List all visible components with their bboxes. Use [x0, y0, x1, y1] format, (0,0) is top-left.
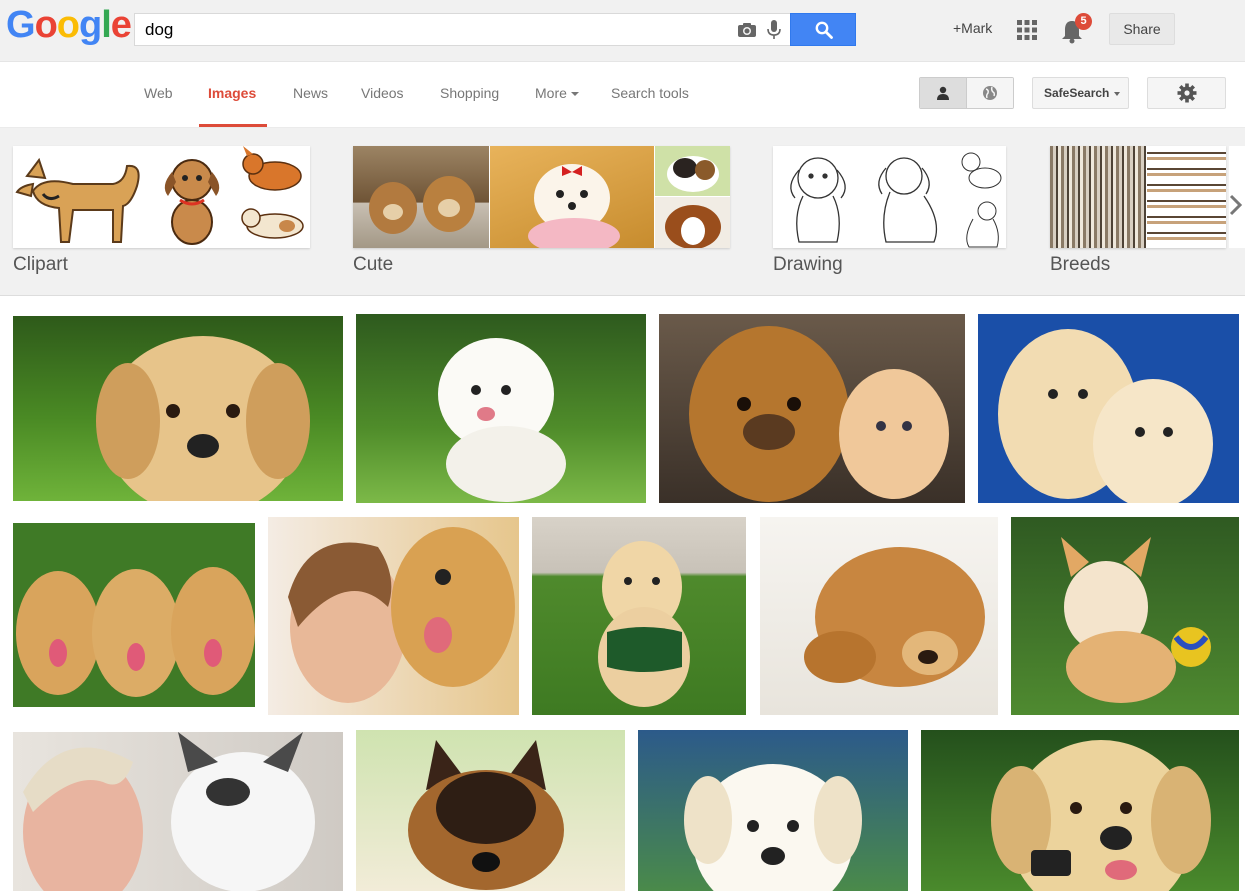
search-icon: [815, 21, 833, 39]
share-button[interactable]: Share: [1109, 13, 1175, 45]
chevron-right-icon[interactable]: [1226, 186, 1245, 224]
safesearch-button[interactable]: SafeSearch: [1032, 77, 1129, 109]
related-clipart-images: [13, 146, 310, 248]
result-image[interactable]: [638, 730, 908, 891]
results-toggle: [919, 77, 1014, 109]
notification-badge[interactable]: 5: [1075, 13, 1092, 30]
result-image[interactable]: [356, 314, 646, 503]
result-image[interactable]: [356, 730, 625, 891]
result-image[interactable]: [13, 732, 343, 891]
caret-down-icon: [570, 92, 579, 97]
profile-link[interactable]: +Mark: [953, 20, 992, 36]
related-breeds-images: [1050, 146, 1226, 248]
clipart-image: [235, 198, 310, 248]
related-searches: Clipart Cute Drawing Breeds: [0, 128, 1245, 296]
related-label: Drawing: [773, 254, 843, 275]
related-cute-images: [353, 146, 730, 248]
google-logo[interactable]: Google: [6, 4, 132, 47]
related-label: Clipart: [13, 254, 68, 275]
settings-button[interactable]: [1147, 77, 1226, 109]
search-button[interactable]: [790, 13, 856, 46]
result-image[interactable]: [532, 517, 746, 715]
result-image[interactable]: [760, 517, 998, 715]
result-image[interactable]: [659, 314, 965, 503]
tab-web[interactable]: Web: [144, 85, 173, 101]
personal-results-button[interactable]: [920, 78, 967, 108]
camera-icon[interactable]: [737, 22, 757, 38]
gear-icon: [1177, 83, 1197, 103]
result-image[interactable]: [1011, 517, 1239, 715]
active-tab-indicator: [199, 124, 267, 127]
breeds-image: [1050, 146, 1146, 248]
search-box: [134, 13, 790, 46]
related-clipart[interactable]: Clipart: [13, 146, 310, 275]
person-icon: [937, 86, 949, 100]
hide-personal-results-button[interactable]: [967, 78, 1013, 108]
cute-image: [490, 146, 654, 248]
result-image[interactable]: [268, 517, 519, 715]
apps-icon[interactable]: [1017, 20, 1037, 40]
drawing-image: [773, 146, 863, 248]
drawing-image: [953, 197, 1006, 248]
top-bar: Google +Mark 5 Share: [0, 0, 1245, 62]
tab-shopping[interactable]: Shopping: [440, 85, 499, 101]
clipart-image: [235, 146, 310, 197]
nav-bar: Web Images News Videos Shopping More Sea…: [0, 62, 1245, 128]
breeds-image: [1147, 146, 1226, 248]
tab-videos[interactable]: Videos: [361, 85, 404, 101]
related-breeds[interactable]: Breeds: [1050, 146, 1226, 275]
cute-image: [655, 146, 730, 196]
result-image[interactable]: [921, 730, 1239, 891]
tab-more[interactable]: More: [535, 85, 579, 101]
clipart-image: [13, 146, 149, 248]
safesearch-label: SafeSearch: [1044, 86, 1110, 100]
related-cute[interactable]: Cute: [353, 146, 730, 275]
cute-image: [655, 197, 730, 248]
tab-images[interactable]: Images: [208, 85, 256, 101]
related-label: Breeds: [1050, 254, 1111, 275]
tab-news[interactable]: News: [293, 85, 328, 101]
mic-icon[interactable]: [767, 20, 781, 40]
related-label: Cute: [353, 254, 394, 275]
search-input[interactable]: [145, 20, 705, 40]
globe-icon: [983, 86, 997, 100]
related-drawing-images: [773, 146, 1006, 248]
related-drawing[interactable]: Drawing: [773, 146, 1006, 275]
clipart-image: [150, 146, 234, 248]
drawing-image: [864, 146, 952, 248]
caret-down-icon: [1114, 91, 1121, 96]
cute-image: [353, 146, 489, 248]
tab-more-label: More: [535, 85, 567, 101]
result-image[interactable]: [13, 523, 255, 707]
drawing-image: [953, 146, 1006, 196]
tab-search-tools[interactable]: Search tools: [611, 85, 689, 101]
result-image[interactable]: [13, 316, 343, 501]
result-image[interactable]: [978, 314, 1239, 503]
